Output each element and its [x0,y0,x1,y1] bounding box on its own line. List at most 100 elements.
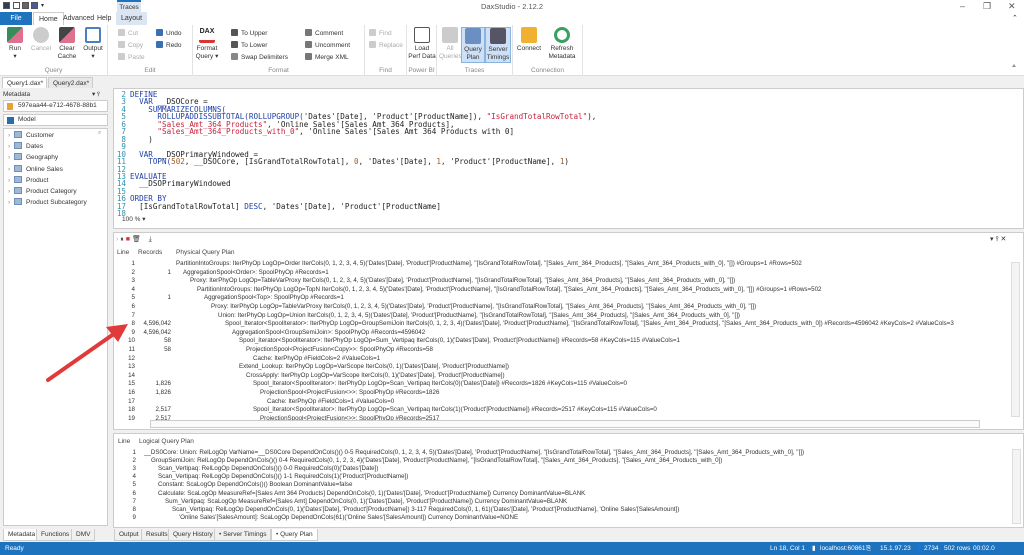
merge-xml-button[interactable]: Merge XML [305,53,349,61]
tab-help[interactable]: Help [92,12,116,25]
load-perf-data-button[interactable]: Load Perf Data [408,27,436,61]
tab-server-timings[interactable]: • Server Timings [214,529,272,541]
restore-icon[interactable]: ❐ [983,1,991,12]
search-icon[interactable]: ⌕ [98,130,101,137]
tree-item-table[interactable]: › Customer [8,131,54,139]
doc-tab-query1[interactable]: Query1.dax* ✕ [2,77,47,98]
row-records: 4,596,042 [143,320,171,328]
plan-row[interactable]: 8 4,596,042 Spool_Iterator<SpoolIterator>:… [113,320,993,329]
redo-button[interactable]: Redo [156,41,182,49]
col-header-line[interactable]: Line [118,438,130,445]
swap-label: Swap Delimiters [241,54,288,61]
tree-item-table[interactable]: › Product Category [8,187,77,195]
plan-row[interactable]: 9 4,596,042 AggregationSpool<GroupSemiJoin… [113,329,993,338]
paste-button[interactable]: Paste [118,53,145,61]
export-icon[interactable]: ⤓ [149,236,152,243]
plan-row[interactable]: 13 Extend_Lookup: IterPhyOp LogOp=VarScop… [113,363,993,372]
plan-row[interactable]: 10 58 Spool_Iterator<SpoolIterator>: IterP… [113,337,993,346]
clear-cache-button[interactable]: Clear Cache [54,27,80,61]
tab-query-history[interactable]: Query History [168,529,218,541]
col-header-line[interactable]: Line [117,249,129,256]
cancel-icon [33,27,49,43]
plan-row[interactable]: 4 PartitionIntoGroups: IterPhyOp LogOp=To… [113,286,993,295]
close-icon[interactable]: ✕ [1008,1,1016,12]
play-icon[interactable]: › [116,236,118,243]
find-button[interactable]: Find [369,29,392,37]
to-lower-button[interactable]: To Lower [231,41,267,49]
panel-pin-icon[interactable]: ▾ ⫯ [92,90,100,99]
tab-metadata[interactable]: Metadata [3,529,41,541]
swap-delimiters-button[interactable]: Swap Delimiters [231,53,288,61]
col-header-records[interactable]: Records [138,249,162,256]
output-button[interactable]: Output ▾ [80,27,106,61]
plan-row[interactable]: 11 58 ProjectionSpool<ProjectFusion<Copy>>… [113,346,993,355]
plan-row[interactable]: 5 1 AggregationSpool<Top>: SpoolPhyOp #Rec… [113,294,993,303]
plan-row[interactable]: 16 1,826 ProjectionSpool<ProjectFusion<>>:… [113,389,993,398]
ribbon-options-icon[interactable]: ⩡ [1012,63,1016,71]
tree-item-table[interactable]: › Product [8,175,48,184]
clear-icon[interactable]: 🗑 [132,236,141,243]
copy-button[interactable]: Copy [118,41,143,49]
connect-button[interactable]: Connect [516,27,542,53]
cut-button[interactable]: Cut [118,29,138,37]
uncomment-button[interactable]: Uncomment [305,41,350,49]
tab-layout[interactable]: Layout [116,12,148,25]
to-upper-button[interactable]: To Upper [231,29,267,37]
row-plan-text: Spool_Iterator<SpoolIterator>: IterPhyOp… [253,406,657,414]
query-editor[interactable]: 2 DEFINE 3 VAR __DSOCore = 4 SUMMARIZECOLUM… [113,88,1024,229]
tree-item-table[interactable]: › Product Subcategory [8,198,87,206]
tab-label: Server Timings [223,531,267,538]
collapse-ribbon-icon[interactable]: ⌃ [1012,14,1018,22]
redo-icon [156,41,163,48]
database-select[interactable]: 597eaa44-e712-4678-88b1 [3,100,108,112]
plan-row[interactable]: 17 Cache: IterPhyOp #FieldCols=1 #ValueCo… [113,398,993,407]
plan-row[interactable]: 15 1,826 Spool_Iterator<SpoolIterator>: It… [113,380,993,389]
pause-icon[interactable]: ⏸ [120,236,124,243]
cancel-button[interactable]: Cancel [28,27,54,53]
physical-plan-vscroll[interactable] [1011,262,1020,417]
tab-functions[interactable]: Functions [36,529,75,541]
plan-row[interactable]: 12 Cache: IterPhyOp #FieldCols=2 #ValueCo… [113,355,993,364]
physical-plan-hscroll[interactable] [150,420,980,428]
tab-query-plan[interactable]: • Query Plan [271,529,318,541]
minimize-icon[interactable]: – [960,1,965,11]
server-timings-icon [490,28,506,44]
all-queries-button[interactable]: All Queries [439,27,462,61]
plan-row[interactable]: 7 Union: IterPhyOp LogOp=Union IterCols(0… [113,312,993,321]
tree-item-label: Product Subcategory [26,199,87,207]
undo-button[interactable]: Undo [156,29,182,37]
tree-item-table[interactable]: › Online Sales [8,164,63,173]
col-header-plan[interactable]: Logical Query Plan [139,438,194,445]
code-text[interactable]: 2 DEFINE 3 VAR __DSOCore = 4 SUMMARIZECOLUM… [116,90,597,217]
refresh-metadata-button[interactable]: Refresh Metadata [546,27,578,61]
col-header-plan[interactable]: Physical Query Plan [176,249,235,256]
model-icon [7,117,14,124]
replace-icon [369,41,376,48]
editor-zoom[interactable]: 100 % ▾ [122,215,146,223]
plan-row[interactable]: 1 PartitionIntoGroups: IterPhyOp LogOp=Or… [113,260,993,269]
table-icon [14,142,22,150]
tree-item-table[interactable]: › Geography [8,153,58,161]
query-plan-button[interactable]: Query Plan [461,27,485,63]
format-query-button[interactable]: DAX Format Query ▾ [193,27,221,61]
tab-dmv[interactable]: DMV [71,529,96,541]
stop-icon[interactable]: ■ [126,236,130,243]
server-timings-button[interactable]: Server Timings [485,27,511,63]
server-timings-label: Server Timings [486,46,510,61]
plan-row[interactable]: 14 CrossApply: IterPhyOp LogOp=VarScope I… [113,372,993,381]
tab-output[interactable]: Output [114,529,144,541]
replace-button[interactable]: Replace [369,41,403,49]
tab-file[interactable]: File [0,12,32,25]
model-select[interactable]: Model [3,114,108,126]
pane-pin-close-icon[interactable]: ▾ ⫯ ✕ [990,235,1006,244]
plan-row[interactable]: 2 1 AggregationSpool<Order>: SpoolPhyOp #R… [113,269,993,278]
doc-tab-query2[interactable]: Query2.dax* [48,77,93,88]
status-server[interactable]: localhost:60861 [820,542,866,555]
plan-row[interactable]: 3 Proxy: IterPhyOp LogOp=TableVarProxy It… [113,277,993,286]
run-button[interactable]: Run ▾ [2,27,28,61]
comment-button[interactable]: Comment [305,29,343,37]
plan-row[interactable]: 18 2,517 Spool_Iterator<SpoolIterator>: It… [113,406,993,415]
plan-row[interactable]: 6 Proxy: IterPhyOp LogOp=TableVarProxy It… [113,303,993,312]
logical-plan-vscroll[interactable] [1012,449,1021,524]
tree-item-table[interactable]: › Dates [8,142,43,150]
